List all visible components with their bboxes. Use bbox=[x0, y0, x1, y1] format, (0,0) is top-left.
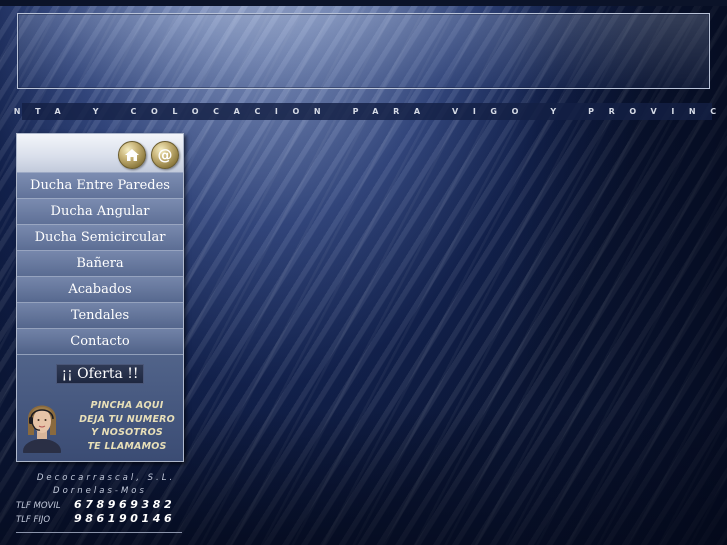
company-address: Dornelas-Mos bbox=[53, 486, 147, 496]
menu-item-ducha-angular[interactable]: Ducha Angular bbox=[17, 198, 183, 224]
company-name: Decocarrascal, S.L. bbox=[36, 473, 176, 483]
home-icon bbox=[125, 149, 139, 161]
menu-item-ducha-semicircular[interactable]: Ducha Semicircular bbox=[17, 224, 183, 250]
landline-number: 986190146 bbox=[74, 512, 176, 525]
tagline-bar: VENTA Y COLOCACION PARA VIGO Y PROVINCIA bbox=[0, 103, 727, 120]
at-sign-icon: @ bbox=[157, 146, 173, 164]
landline-phone-row: TLF FIJO 986190146 bbox=[16, 512, 184, 526]
menu-item-ducha-entre-paredes[interactable]: Ducha Entre Paredes bbox=[17, 172, 183, 198]
callback-line-1: PINCHA AQUI bbox=[90, 400, 164, 411]
menu-item-acabados[interactable]: Acabados bbox=[17, 276, 183, 302]
callback-line-2: DEJA TU NUMERO bbox=[79, 413, 175, 425]
call-center-agent-image bbox=[23, 405, 61, 453]
offer-row: ¡¡ Oferta !! bbox=[17, 354, 183, 393]
landline-label: TLF FIJO bbox=[16, 515, 51, 525]
nav-menu: Ducha Entre Paredes Ducha Angular Ducha … bbox=[17, 172, 183, 354]
page-background: VENTA Y COLOCACION PARA VIGO Y PROVINCIA… bbox=[0, 0, 727, 545]
mobile-label: TLF MOVIL bbox=[16, 501, 61, 511]
callback-line-4: TE LLAMAMOS bbox=[87, 440, 167, 452]
home-button[interactable] bbox=[118, 141, 146, 169]
sidebar-header: @ bbox=[17, 134, 183, 172]
offer-button[interactable]: ¡¡ Oferta !! bbox=[56, 364, 144, 384]
menu-item-banera[interactable]: Bañera bbox=[17, 250, 183, 276]
menu-item-contacto[interactable]: Contacto bbox=[17, 328, 183, 354]
callback-text: PINCHA AQUI DEJA TU NUMERO Y NOSOTROS TE… bbox=[71, 399, 183, 453]
menu-item-tendales[interactable]: Tendales bbox=[17, 302, 183, 328]
sidebar-menu: @ Ducha Entre Paredes Ducha Angular Duch… bbox=[16, 133, 184, 462]
top-edge bbox=[0, 0, 727, 6]
tagline-text: VENTA Y COLOCACION PARA VIGO Y PROVINCIA bbox=[0, 107, 727, 116]
callback-line-3: Y NOSOTROS bbox=[91, 427, 163, 438]
email-button[interactable]: @ bbox=[151, 141, 179, 169]
header-banner bbox=[17, 13, 710, 89]
callback-banner[interactable]: PINCHA AQUI DEJA TU NUMERO Y NOSOTROS TE… bbox=[17, 393, 183, 455]
mobile-phone-row: TLF MOVIL 678969382 bbox=[16, 498, 184, 512]
footer-divider bbox=[16, 532, 182, 533]
contact-footer: Decocarrascal, S.L. Dornelas-Mos TLF MOV… bbox=[16, 472, 184, 533]
mobile-number: 678969382 bbox=[74, 498, 176, 511]
